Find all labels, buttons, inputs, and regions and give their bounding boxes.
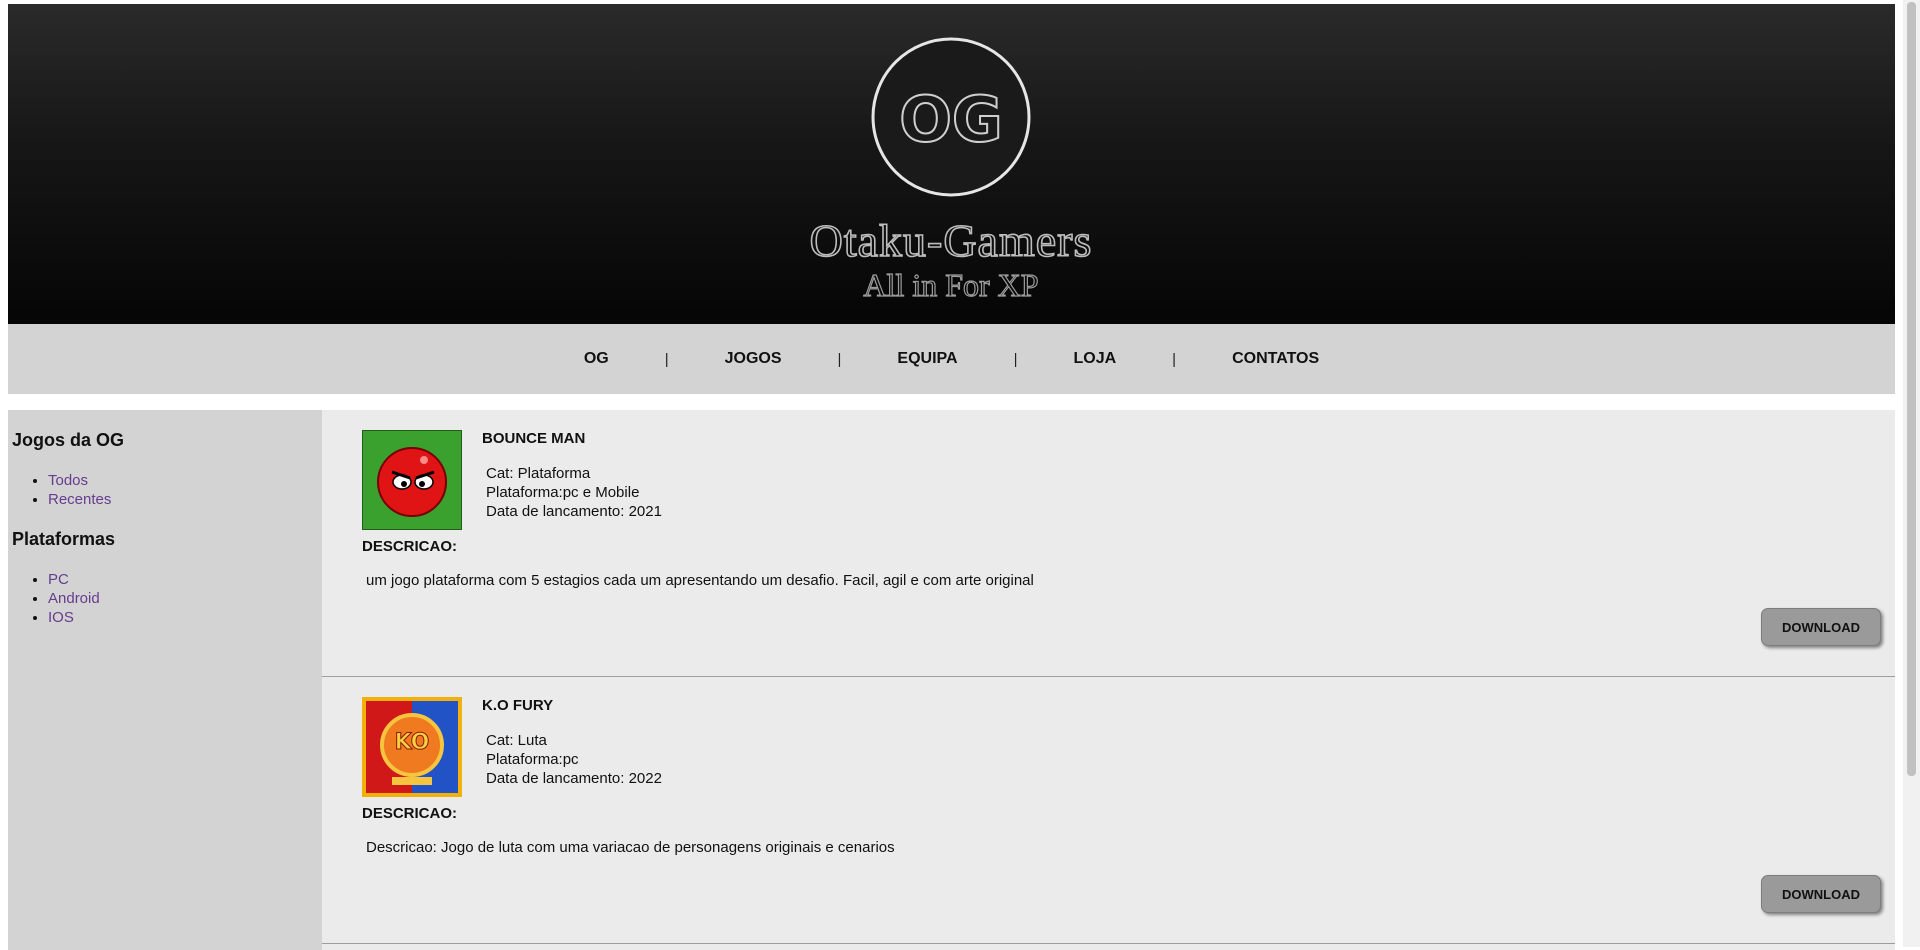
sidebar-list-platforms: PC Android IOS [12, 570, 322, 627]
page-scrollbar[interactable] [1903, 0, 1920, 947]
description-label: DESCRICAO: [362, 805, 458, 822]
main-nav: OG | JOGOS | EQUIPA | LOJA | CONTATOS [8, 324, 1895, 394]
game-category: Cat: Luta [486, 732, 547, 749]
list-item: PC [48, 570, 322, 589]
sidebar-link-recentes[interactable]: Recentes [48, 491, 111, 508]
scrollbar-thumb[interactable] [1907, 2, 1916, 776]
game-description: um jogo plataforma com 5 estagios cada u… [366, 572, 1034, 589]
sidebar-link-ios[interactable]: IOS [48, 609, 74, 626]
logo-tagline: All in For XP [863, 267, 1038, 303]
sidebar: Jogos da OG Todos Recentes Plataformas P… [8, 410, 322, 950]
nav-contatos[interactable]: CONTATOS [1176, 350, 1375, 368]
content-area: Jogos da OG Todos Recentes Plataformas P… [8, 410, 1895, 950]
list-item: IOS [48, 608, 322, 627]
game-title: BOUNCE MAN [482, 430, 586, 447]
game-release: Data de lancamento: 2021 [486, 503, 662, 520]
nav-loja[interactable]: LOJA [1017, 350, 1172, 368]
game-platform: Plataforma:pc [486, 751, 579, 768]
nav-equipa[interactable]: EQUIPA [841, 350, 1013, 368]
game-meta: Cat: Luta Plataforma:pc Data de lancamen… [486, 731, 662, 788]
sidebar-link-todos[interactable]: Todos [48, 472, 88, 489]
nav-og[interactable]: OG [528, 350, 665, 368]
ko-fury-emblem-icon[interactable]: KO [362, 697, 462, 797]
page: OG Otaku-Gamers All in For XP OG | JOGOS… [8, 4, 1895, 394]
download-button[interactable]: DOWNLOAD [1761, 608, 1881, 646]
game-description: Descricao: Jogo de luta com uma variacao… [366, 839, 895, 856]
nav-jogos[interactable]: JOGOS [669, 350, 838, 368]
list-item: Android [48, 589, 322, 608]
sidebar-link-pc[interactable]: PC [48, 571, 69, 588]
sidebar-list-games: Todos Recentes [12, 471, 322, 509]
game-release: Data de lancamento: 2022 [486, 770, 662, 787]
game-list: BOUNCE MAN Cat: Plataforma Plataforma:pc… [322, 410, 1895, 950]
game-title: K.O FURY [482, 697, 554, 714]
sidebar-title-games: Jogos da OG [12, 430, 125, 450]
game-meta: Cat: Plataforma Plataforma:pc e Mobile D… [486, 464, 662, 521]
svg-text:KO: KO [395, 730, 430, 755]
logo-name: Otaku-Gamers [810, 215, 1093, 266]
game-category: Cat: Plataforma [486, 465, 591, 482]
download-button[interactable]: DOWNLOAD [1761, 875, 1881, 913]
logo-monogram: OG [899, 83, 1003, 156]
red-ball-character-icon[interactable] [362, 430, 462, 530]
list-item: Recentes [48, 490, 322, 509]
header-banner: OG Otaku-Gamers All in For XP [8, 4, 1895, 324]
game-card-ko-fury: KO K.O FURY Cat: Luta Plataforma:pc Data… [322, 677, 1895, 944]
game-card-bounce-man: BOUNCE MAN Cat: Plataforma Plataforma:pc… [322, 410, 1895, 677]
game-platform: Plataforma:pc e Mobile [486, 484, 640, 501]
sidebar-link-android[interactable]: Android [48, 590, 100, 607]
og-logo: OG Otaku-Gamers All in For XP [809, 37, 1093, 304]
sidebar-title-platforms: Plataformas [12, 529, 116, 549]
description-label: DESCRICAO: [362, 538, 458, 555]
list-item: Todos [48, 471, 322, 490]
